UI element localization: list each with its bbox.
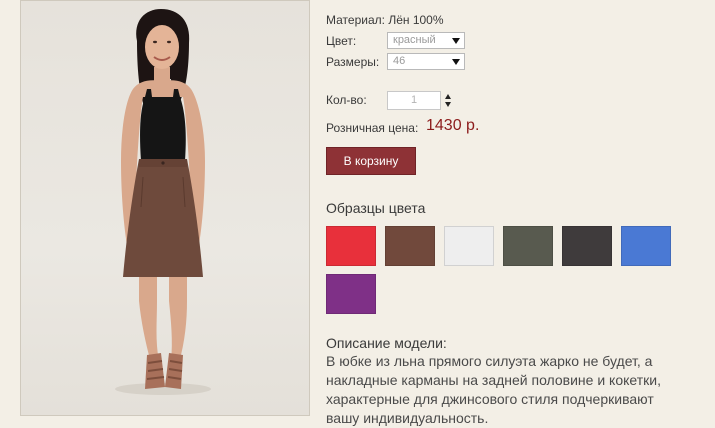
left-leg bbox=[139, 277, 159, 363]
face bbox=[145, 25, 179, 69]
quantity-spinner[interactable] bbox=[445, 93, 453, 109]
color-select[interactable]: красный bbox=[387, 32, 465, 49]
arrow-down-icon[interactable] bbox=[445, 102, 451, 107]
right-leg bbox=[169, 277, 187, 363]
color-swatch-charcoal[interactable] bbox=[562, 226, 612, 266]
swatches-title: Образцы цвета bbox=[326, 200, 426, 216]
add-to-cart-button[interactable]: В корзину bbox=[326, 147, 416, 175]
price-label: Розничная цена: bbox=[326, 121, 419, 135]
material-value: Лён 100% bbox=[388, 13, 444, 27]
color-label: Цвет: bbox=[326, 34, 357, 48]
price-value: 1430 р. bbox=[426, 117, 480, 134]
color-swatch-red[interactable] bbox=[326, 226, 376, 266]
description-title: Описание модели: bbox=[326, 335, 447, 351]
size-select-value: 46 bbox=[393, 55, 406, 67]
color-swatch-white[interactable] bbox=[444, 226, 494, 266]
color-swatch-purple[interactable] bbox=[326, 274, 376, 314]
qty-label: Кол-во: bbox=[326, 93, 367, 107]
arrow-up-icon[interactable] bbox=[445, 94, 451, 99]
color-swatch-brown[interactable] bbox=[385, 226, 435, 266]
size-label: Размеры: bbox=[326, 55, 380, 69]
quantity-input[interactable]: 1 bbox=[387, 91, 441, 110]
chevron-down-icon bbox=[452, 59, 460, 65]
black-top bbox=[140, 89, 186, 161]
chevron-down-icon bbox=[452, 38, 460, 44]
color-select-value: красный bbox=[393, 34, 436, 46]
product-photo[interactable] bbox=[20, 0, 310, 416]
size-select[interactable]: 46 bbox=[387, 53, 465, 70]
material-label: Материал: bbox=[326, 13, 385, 27]
description-text: В юбке из льна прямого силуэта жарко не … bbox=[326, 353, 661, 426]
color-swatch-blue[interactable] bbox=[621, 226, 671, 266]
color-swatch-olive-gray[interactable] bbox=[503, 226, 553, 266]
material-row: Материал: Лён 100% bbox=[326, 13, 444, 27]
model-illustration bbox=[115, 9, 211, 395]
